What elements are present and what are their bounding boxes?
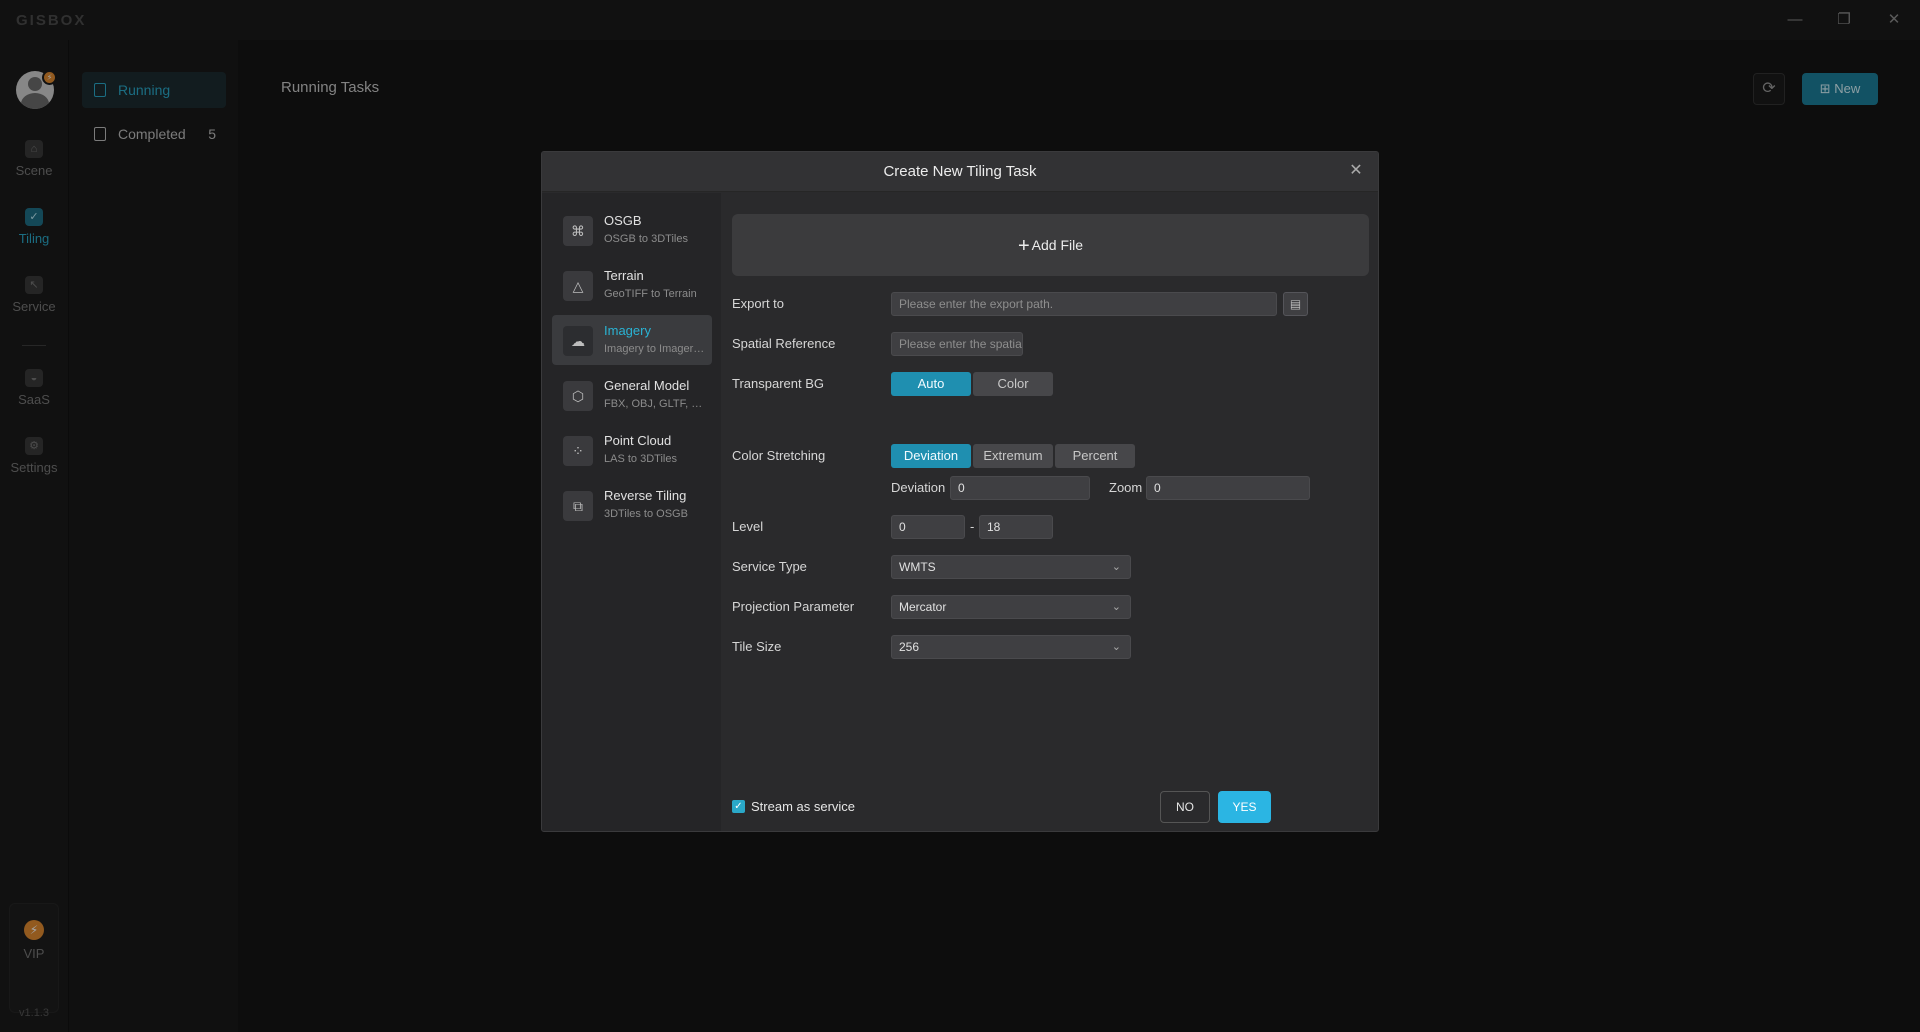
folder-browse-icon[interactable]: ▤ xyxy=(1283,292,1308,316)
dialog-header: Create New Tiling Task ✕ xyxy=(542,152,1378,192)
task-type-name: Terrain xyxy=(604,268,644,283)
task-type-name: Reverse Tiling xyxy=(604,488,687,503)
tile-size-select[interactable]: 256 ⌄ xyxy=(891,635,1131,659)
task-type-imagery[interactable]: ☁ Imagery Imagery to Imagery Tiles xyxy=(552,315,712,365)
dialog-title: Create New Tiling Task xyxy=(883,163,1037,180)
chevron-down-icon: ⌄ xyxy=(1111,561,1121,573)
task-type-desc: LAS to 3DTiles xyxy=(604,453,677,465)
task-type-point-cloud[interactable]: ⁘ Point Cloud LAS to 3DTiles xyxy=(552,425,712,475)
zoom-label: Zoom xyxy=(1109,480,1143,495)
task-type-general-model[interactable]: ⬡ General Model FBX, OBJ, GLTF, GLB xyxy=(552,370,712,420)
stretch-extremum-option[interactable]: Extremum xyxy=(973,444,1053,468)
imagery-icon: ☁ xyxy=(563,326,593,356)
transparent-color-option[interactable]: Color xyxy=(973,372,1053,396)
task-type-name: Imagery xyxy=(604,323,651,338)
osgb-icon: ⌘ xyxy=(563,216,593,246)
create-tiling-task-dialog: Create New Tiling Task ✕ ⌘ OSGB OSGB to … xyxy=(541,151,1379,832)
plus-icon: + xyxy=(1017,235,1030,257)
task-type-name: General Model xyxy=(604,378,690,393)
stretch-percent-option[interactable]: Percent xyxy=(1055,444,1135,468)
stream-as-service-checkbox[interactable]: ✓ xyxy=(732,800,745,813)
point-cloud-icon: ⁘ xyxy=(563,436,593,466)
task-type-desc: Imagery to Imagery Tiles xyxy=(604,343,709,355)
zoom-input[interactable]: 0 xyxy=(1146,476,1310,500)
task-type-name: OSGB xyxy=(604,213,642,228)
level-min-input[interactable]: 0 xyxy=(891,515,965,539)
transparent-bg-label: Transparent BG xyxy=(732,376,825,391)
close-icon[interactable]: ✕ xyxy=(1346,161,1366,181)
service-type-select[interactable]: WMTS ⌄ xyxy=(891,555,1131,579)
task-type-desc: OSGB to 3DTiles xyxy=(604,233,688,245)
task-type-name: Point Cloud xyxy=(604,433,672,448)
task-type-list: ⌘ OSGB OSGB to 3DTiles △ Terrain GeoTIFF… xyxy=(542,193,721,831)
stretch-deviation-option[interactable]: Deviation xyxy=(891,444,971,468)
color-stretching-label: Color Stretching xyxy=(732,448,826,463)
export-label: Export to xyxy=(732,296,785,311)
spatial-reference-label: Spatial Reference xyxy=(732,336,836,351)
level-separator: - xyxy=(970,519,975,534)
chevron-down-icon: ⌄ xyxy=(1111,641,1121,653)
service-type-label: Service Type xyxy=(732,559,807,574)
projection-select[interactable]: Mercator ⌄ xyxy=(891,595,1131,619)
no-button[interactable]: NO xyxy=(1160,791,1210,823)
task-type-desc: FBX, OBJ, GLTF, GLB xyxy=(604,398,709,410)
stream-as-service-label[interactable]: Stream as service xyxy=(751,799,855,814)
level-label: Level xyxy=(732,519,764,534)
add-file-label: Add File xyxy=(1031,237,1084,253)
spatial-reference-input[interactable]: Please enter the spatia xyxy=(891,332,1023,356)
task-type-desc: GeoTIFF to Terrain xyxy=(604,288,697,300)
chevron-down-icon: ⌄ xyxy=(1111,601,1121,613)
reverse-tiling-icon: ⧉ xyxy=(563,491,593,521)
add-file-button[interactable]: + Add File xyxy=(732,214,1369,276)
tile-size-label: Tile Size xyxy=(732,639,782,654)
level-max-input[interactable]: 18 xyxy=(979,515,1053,539)
task-type-osgb[interactable]: ⌘ OSGB OSGB to 3DTiles xyxy=(552,205,712,255)
terrain-icon: △ xyxy=(563,271,593,301)
projection-label: Projection Parameter xyxy=(732,599,855,614)
export-path-input[interactable]: Please enter the export path. xyxy=(891,292,1277,316)
projection-value: Mercator xyxy=(899,600,947,614)
task-type-terrain[interactable]: △ Terrain GeoTIFF to Terrain xyxy=(552,260,712,310)
yes-button[interactable]: YES xyxy=(1218,791,1271,823)
tile-size-value: 256 xyxy=(899,640,920,654)
task-settings-form: + Add File Export to Please enter the exp… xyxy=(721,193,1378,831)
cube-icon: ⬡ xyxy=(563,381,593,411)
transparent-auto-option[interactable]: Auto xyxy=(891,372,971,396)
task-type-desc: 3DTiles to OSGB xyxy=(604,508,688,520)
deviation-input[interactable]: 0 xyxy=(950,476,1090,500)
deviation-label: Deviation xyxy=(891,480,946,495)
task-type-reverse-tiling[interactable]: ⧉ Reverse Tiling 3DTiles to OSGB xyxy=(552,480,712,530)
service-type-value: WMTS xyxy=(899,560,936,574)
